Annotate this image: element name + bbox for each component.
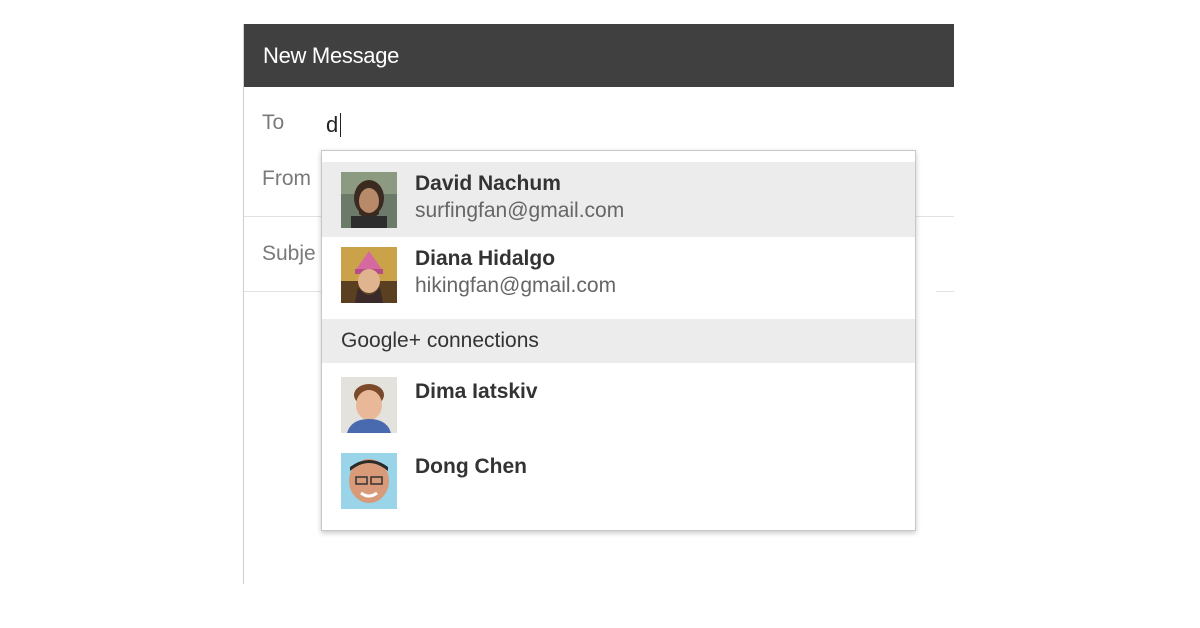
person-avatar xyxy=(341,247,397,303)
suggestion-diana-hidalgo[interactable]: Diana Hidalgo hikingfan@gmail.com xyxy=(322,237,915,312)
contact-email: surfingfan@gmail.com xyxy=(415,199,625,222)
google-plus-section-header: Google+ connections xyxy=(322,319,915,363)
contact-email: hikingfan@gmail.com xyxy=(415,274,617,297)
person-avatar xyxy=(341,172,397,228)
contact-name: David Nachum xyxy=(415,172,561,195)
contact-name: Dima Iatskiv xyxy=(415,380,538,403)
contact-name: Dong Chen xyxy=(415,455,527,478)
subject-divider-left xyxy=(244,291,322,292)
person-avatar xyxy=(341,453,397,509)
to-input[interactable] xyxy=(326,110,726,140)
compose-header: New Message xyxy=(244,24,954,87)
text-caret xyxy=(340,113,341,137)
suggestion-dong-chen[interactable]: Dong Chen xyxy=(322,445,915,520)
suggestion-david-nachum[interactable]: David Nachum surfingfan@gmail.com xyxy=(322,162,915,237)
subject-divider-right xyxy=(936,291,954,292)
contact-name: Diana Hidalgo xyxy=(415,247,556,270)
compose-title: New Message xyxy=(263,43,400,68)
suggestion-dima-iatskiv[interactable]: Dima Iatskiv xyxy=(322,370,915,445)
from-label: From xyxy=(262,167,311,190)
section-label: Google+ connections xyxy=(341,329,539,352)
subject-label: Subje xyxy=(262,242,316,265)
to-label: To xyxy=(262,111,285,134)
person-avatar xyxy=(341,377,397,433)
autocomplete-dropdown: David Nachum surfingfan@gmail.com Diana … xyxy=(321,150,916,531)
